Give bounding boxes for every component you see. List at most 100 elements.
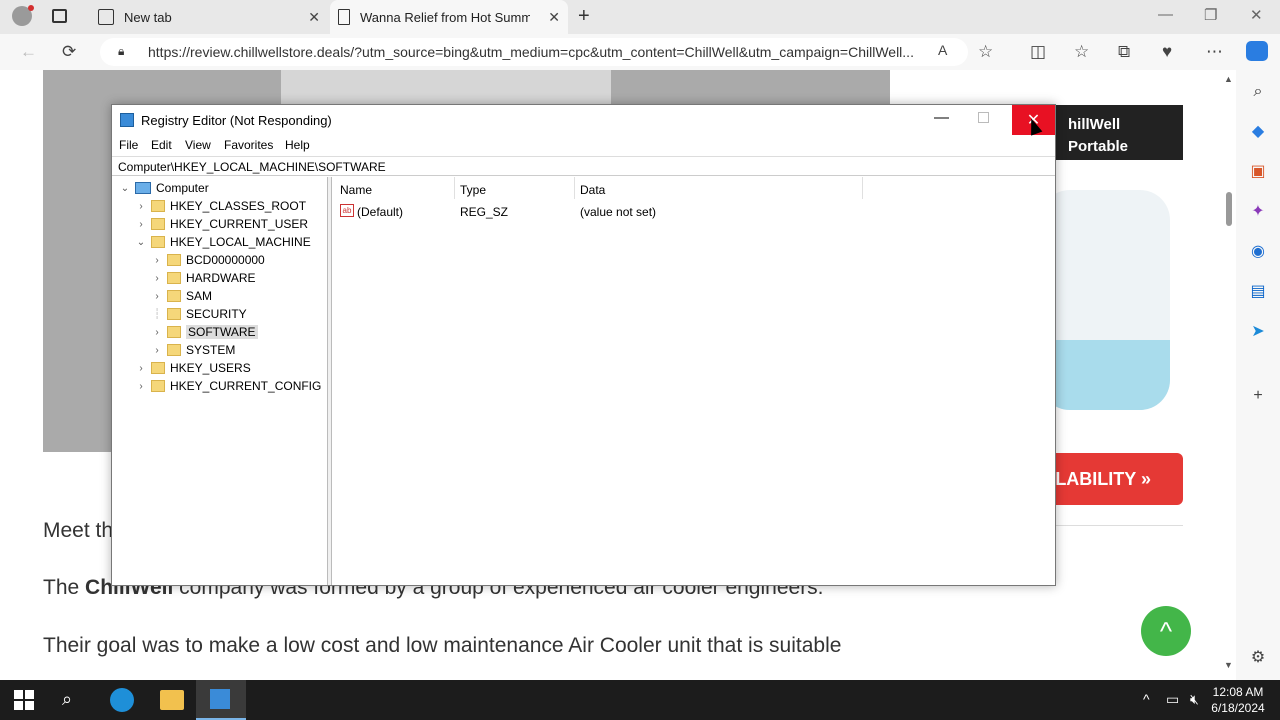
tree-node-hive[interactable]: ⌄ HKEY_LOCAL_MACHINE	[134, 233, 311, 251]
expand-icon[interactable]: ›	[150, 273, 164, 284]
expand-icon[interactable]: ›	[134, 219, 148, 230]
folder-icon	[167, 308, 181, 320]
folder-icon	[151, 380, 165, 392]
new-tab-icon	[98, 9, 114, 25]
tree-node-key-selected[interactable]: › SOFTWARE	[150, 323, 258, 341]
close-window-icon[interactable]: ✕	[1250, 6, 1263, 24]
refresh-icon[interactable]: ⟳	[62, 42, 76, 62]
favorites-icon[interactable]: ☆	[1074, 42, 1089, 62]
lock-icon[interactable]: 🔒︎	[118, 44, 124, 59]
chevron-up-icon[interactable]: ^	[1143, 691, 1150, 707]
folder-icon	[167, 254, 181, 266]
menu-view[interactable]: View	[185, 138, 211, 152]
shopping-icon[interactable]: ◆	[1248, 122, 1268, 142]
folder-icon	[167, 344, 181, 356]
expand-icon[interactable]: ›	[150, 345, 164, 356]
column-header-data[interactable]: Data	[580, 183, 605, 197]
games-icon[interactable]: ✦	[1248, 202, 1268, 222]
tree-node-hive[interactable]: › HKEY_CURRENT_CONFIG	[134, 377, 321, 395]
value-name[interactable]: (Default)	[357, 205, 403, 219]
folder-icon	[167, 272, 181, 284]
tree-node-key[interactable]: › SAM	[150, 287, 212, 305]
expand-icon[interactable]: ›	[150, 327, 164, 338]
column-divider[interactable]	[454, 177, 455, 199]
page-icon	[338, 9, 350, 25]
tab-active[interactable]: Wanna Relief from Hot Summer ✕	[330, 0, 568, 34]
menu-favorites[interactable]: Favorites	[224, 138, 273, 152]
collections-icon[interactable]: ⧉	[1118, 42, 1130, 62]
more-menu-icon[interactable]: ⋯	[1206, 42, 1223, 62]
column-divider[interactable]	[862, 177, 863, 199]
column-header-type[interactable]: Type	[460, 183, 486, 197]
restore-icon[interactable]: ❐	[1204, 6, 1217, 24]
tree-node-key[interactable]: › BCD00000000	[150, 251, 264, 269]
tree-node-hive[interactable]: › HKEY_CLASSES_ROOT	[134, 197, 306, 215]
search-icon[interactable]: ⌕	[62, 689, 86, 713]
volume-muted-icon[interactable]: 🔇︎	[1190, 691, 1199, 708]
tree-node-hive[interactable]: › HKEY_CURRENT_USER	[134, 215, 308, 233]
minimize-button[interactable]: —	[934, 109, 949, 126]
office-icon[interactable]: ◉	[1248, 242, 1268, 262]
browser-tab-bar: New tab ✕ Wanna Relief from Hot Summer ✕…	[0, 0, 1280, 34]
file-explorer-icon[interactable]	[160, 690, 184, 710]
menu-edit[interactable]: Edit	[151, 138, 172, 152]
tab-label: New tab	[124, 9, 172, 25]
favorite-star-icon[interactable]: ☆	[978, 42, 993, 62]
tree-node-computer[interactable]: ⌄ Computer	[118, 179, 209, 197]
copilot-icon[interactable]	[1246, 41, 1268, 61]
expand-icon[interactable]: ›	[134, 363, 148, 374]
expand-icon[interactable]: ›	[150, 291, 164, 302]
value-data: (value not set)	[580, 205, 657, 219]
hero-image-top	[281, 70, 611, 104]
extensions-icon[interactable]: ♥	[1162, 42, 1172, 62]
column-divider[interactable]	[574, 177, 575, 199]
registry-editor-taskbar-button[interactable]	[196, 680, 246, 720]
registry-editor-window[interactable]: Registry Editor (Not Responding) — ✕ Fil…	[111, 104, 1056, 586]
tree-node-key[interactable]: › SYSTEM	[150, 341, 235, 359]
settings-icon[interactable]: ⚙	[1248, 648, 1268, 668]
collapse-icon[interactable]: ⌄	[134, 237, 148, 248]
scroll-down-icon[interactable]: ▼	[1224, 660, 1233, 670]
start-windows-icon[interactable]	[14, 690, 34, 710]
expand-icon[interactable]: ›	[134, 381, 148, 392]
address-path[interactable]: Computer\HKEY_LOCAL_MACHINE\SOFTWARE	[112, 156, 1055, 176]
network-icon[interactable]: ▭	[1166, 691, 1179, 708]
window-title-bar[interactable]: Registry Editor (Not Responding) — ✕	[112, 105, 1055, 135]
add-icon[interactable]: +	[1248, 386, 1268, 406]
registry-editor-icon	[120, 113, 134, 127]
outlook-icon[interactable]: ▤	[1248, 282, 1268, 302]
tab-new-tab[interactable]: New tab ✕	[88, 0, 328, 34]
tree-node-key[interactable]: ┆ SECURITY	[150, 305, 247, 323]
read-aloud-icon[interactable]: A	[938, 42, 947, 58]
values-list[interactable]: Name Type Data ab (Default) REG_SZ (valu…	[333, 177, 1055, 585]
edge-browser-icon[interactable]	[110, 688, 134, 712]
tools-icon[interactable]: ▣	[1248, 162, 1268, 182]
expand-icon[interactable]: ›	[150, 255, 164, 266]
close-tab-icon[interactable]: ✕	[308, 9, 320, 26]
scroll-thumb[interactable]	[1226, 192, 1232, 226]
product-image[interactable]	[1040, 190, 1170, 410]
clock[interactable]: 12:08 AM 6/18/2024	[1208, 684, 1268, 716]
scroll-to-top-button[interactable]: ^	[1141, 606, 1191, 656]
column-header-name[interactable]: Name	[340, 183, 372, 197]
page-scrollbar[interactable]: ▲ ▼	[1220, 70, 1236, 680]
back-icon[interactable]: ←	[20, 42, 37, 62]
send-icon[interactable]: ➤	[1248, 322, 1268, 342]
menu-file[interactable]: File	[119, 138, 138, 152]
new-tab-button[interactable]: +	[578, 5, 590, 28]
tab-actions-icon[interactable]	[52, 9, 67, 23]
expand-icon[interactable]: ›	[134, 201, 148, 212]
maximize-button[interactable]	[978, 112, 989, 123]
address-bar[interactable]: 🔒︎ https://review.chillwellstore.deals/?…	[100, 38, 968, 66]
scroll-up-icon[interactable]: ▲	[1224, 74, 1233, 84]
collapse-icon[interactable]: ⌄	[118, 183, 132, 194]
minimize-icon[interactable]: —	[1158, 6, 1173, 23]
key-tree[interactable]: ⌄ Computer › HKEY_CLASSES_ROOT › HKEY_CURRE…	[112, 177, 328, 585]
menu-help[interactable]: Help	[285, 138, 310, 152]
search-icon[interactable]: ⌕	[1248, 82, 1268, 102]
tree-node-hive[interactable]: › HKEY_USERS	[134, 359, 250, 377]
split-screen-icon[interactable]: ◫	[1030, 42, 1046, 62]
close-tab-icon[interactable]: ✕	[548, 9, 560, 26]
tree-node-key[interactable]: › HARDWARE	[150, 269, 255, 287]
pane-splitter[interactable]	[328, 177, 332, 585]
